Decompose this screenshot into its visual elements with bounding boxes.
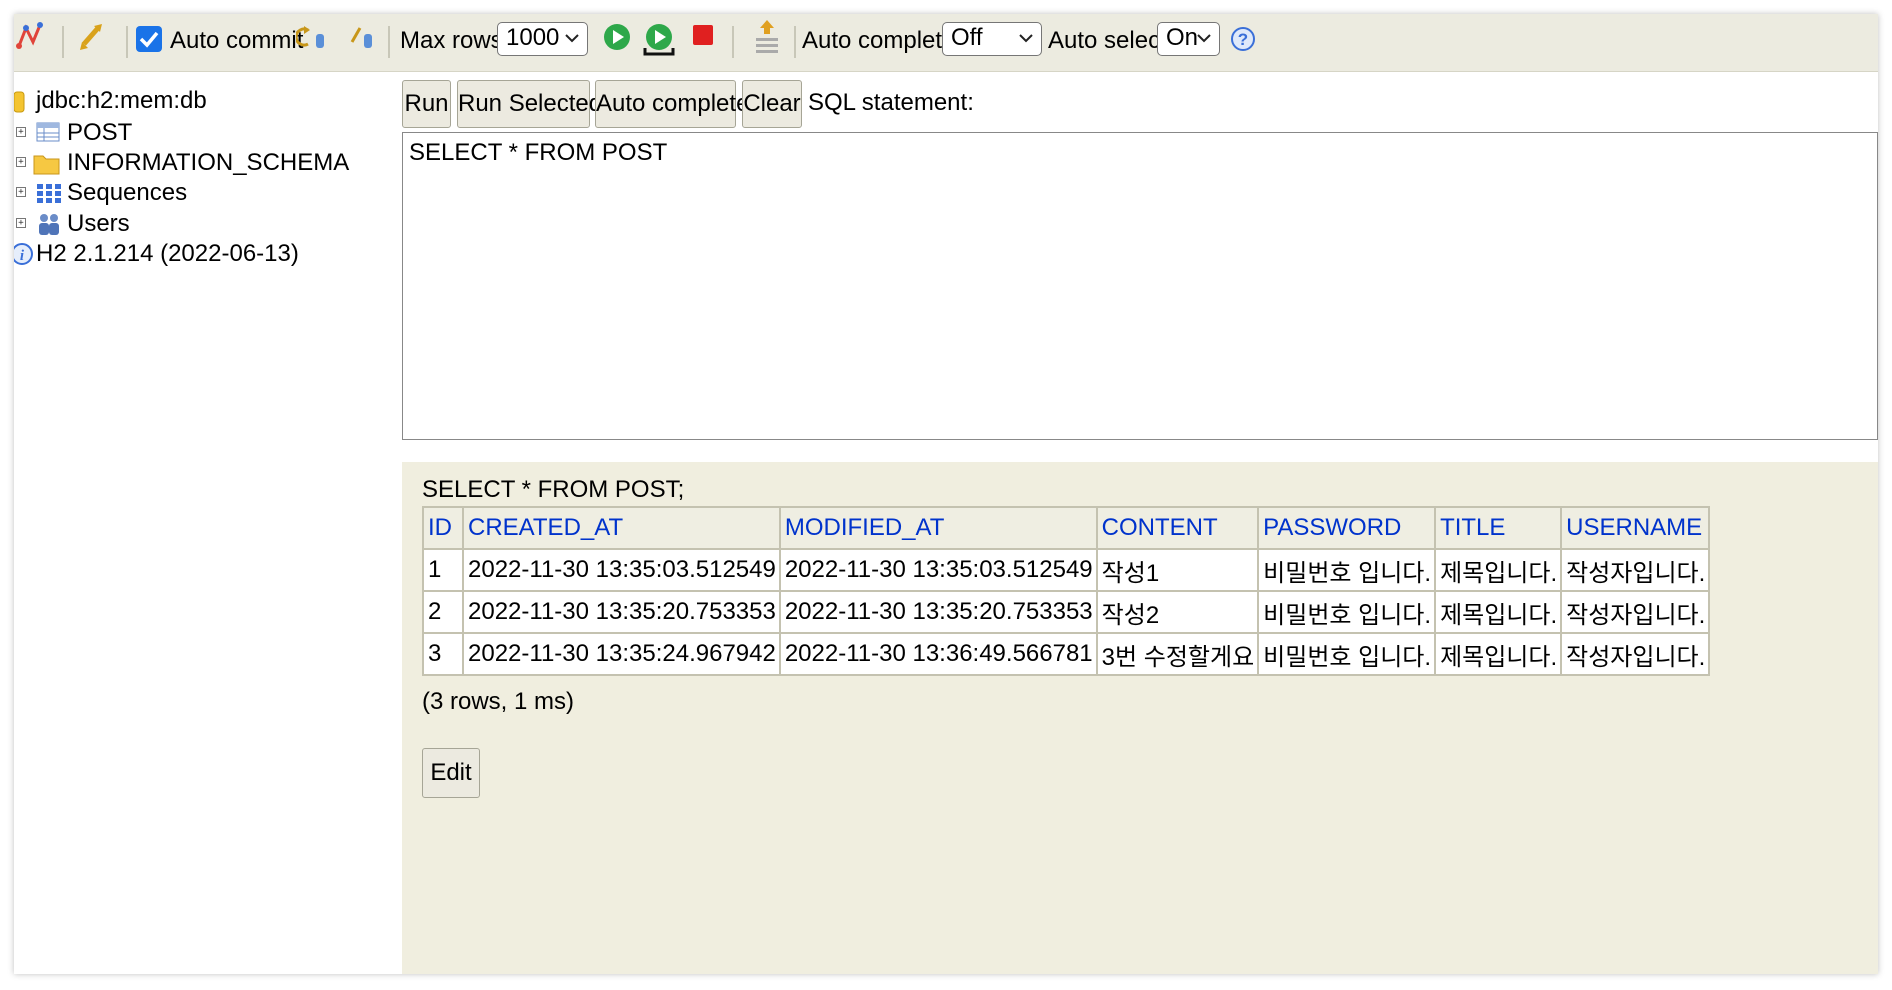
- sequences-icon: [37, 184, 61, 203]
- table-row: 3 2022-11-30 13:35:24.967942 2022-11-30 …: [422, 632, 1711, 676]
- result-count: (3 rows, 1 ms): [422, 688, 575, 715]
- table-row: 2 2022-11-30 13:35:20.753353 2022-11-30 …: [422, 590, 1711, 634]
- rollback-icon[interactable]: [296, 24, 330, 54]
- run-selected-button[interactable]: Run Selected: [457, 80, 602, 128]
- table-cell: 3번 수정할게요: [1095, 632, 1260, 676]
- history-icon[interactable]: [752, 18, 782, 58]
- toolbar-separator: [794, 26, 796, 58]
- tree-item-post[interactable]: + POST: [14, 116, 402, 150]
- schema-tree: jdbc:h2:mem:db + POST + INFORMATION_SCHE…: [14, 72, 402, 974]
- folder-icon: [33, 155, 60, 175]
- clear-button[interactable]: Clear: [742, 80, 802, 128]
- column-header[interactable]: PASSWORD: [1257, 506, 1437, 550]
- toolbar-separator: [732, 26, 734, 58]
- table-cell: 2022-11-30 13:35:03.512549: [462, 548, 781, 592]
- auto-complete-value: Off: [951, 24, 983, 51]
- version-label: H2 2.1.214 (2022-06-13): [36, 240, 299, 267]
- run-selected-icon[interactable]: [642, 22, 676, 58]
- expand-icon[interactable]: +: [16, 157, 26, 167]
- run-icon[interactable]: [602, 22, 632, 52]
- result-query: SELECT * FROM POST;: [422, 476, 685, 503]
- editor-panel: Run Run Selected Auto complete Clear SQL…: [402, 72, 1878, 974]
- column-header[interactable]: USERNAME: [1560, 506, 1711, 550]
- max-rows-value: 1000: [506, 24, 560, 51]
- database-icon: [14, 91, 25, 113]
- tree-connection[interactable]: jdbc:h2:mem:db: [14, 84, 402, 118]
- tree-item-label: POST: [67, 119, 133, 146]
- table-cell: 작성자입니다.: [1560, 590, 1711, 634]
- tree-version: i H2 2.1.214 (2022-06-13): [14, 237, 402, 271]
- chevron-down-icon: [565, 34, 579, 43]
- table-cell: 2022-11-30 13:35:20.753353: [462, 590, 781, 634]
- users-icon: [39, 214, 59, 235]
- table-cell: 작성자입니다.: [1560, 548, 1711, 592]
- column-header[interactable]: MODIFIED_AT: [778, 506, 1098, 550]
- table-cell: 작성2: [1095, 590, 1260, 634]
- tree-item-information-schema[interactable]: + INFORMATION_SCHEMA: [14, 146, 402, 180]
- commit-icon[interactable]: [346, 24, 380, 54]
- chevron-down-icon: [1019, 34, 1033, 43]
- toolbar-separator: [62, 26, 64, 58]
- table-cell: 비밀번호 입니다.: [1257, 548, 1437, 592]
- disconnect-icon[interactable]: [16, 20, 50, 54]
- max-rows-label: Max rows:: [400, 27, 510, 54]
- auto-select-value: On: [1166, 24, 1199, 51]
- table-cell: 제목입니다.: [1434, 632, 1563, 676]
- tree-item-sequences[interactable]: + Sequences: [14, 176, 402, 210]
- result-panel: SELECT * FROM POST; ID CREATED_AT MODIFI…: [402, 462, 1878, 974]
- edit-button[interactable]: Edit: [422, 748, 480, 798]
- table-cell: 비밀번호 입니다.: [1257, 632, 1437, 676]
- table-cell: 2022-11-30 13:35:03.512549: [778, 548, 1098, 592]
- toolbar-separator: [388, 26, 390, 58]
- table-cell: 2022-11-30 13:35:24.967942: [462, 632, 781, 676]
- auto-complete-button[interactable]: Auto complete: [595, 80, 749, 128]
- auto-select-label: Auto select: [1048, 27, 1167, 54]
- max-rows-select[interactable]: 1000: [497, 22, 588, 56]
- run-button[interactable]: Run: [402, 80, 451, 128]
- toolbar-separator: [126, 26, 128, 58]
- table-cell: 제목입니다.: [1434, 548, 1563, 592]
- column-header[interactable]: TITLE: [1434, 506, 1563, 550]
- table-cell: 비밀번호 입니다.: [1257, 590, 1437, 634]
- table-cell: 1: [422, 548, 464, 592]
- sql-input[interactable]: SELECT * FROM POST: [402, 132, 1878, 440]
- table-icon: [36, 122, 60, 142]
- auto-complete-select[interactable]: Off: [942, 22, 1042, 56]
- info-icon: i: [14, 243, 33, 265]
- h2-console-window: Auto commit Max rows: 1000 Auto complete…: [14, 14, 1878, 974]
- refresh-icon[interactable]: [76, 20, 110, 56]
- tree-item-label: INFORMATION_SCHEMA: [67, 149, 350, 176]
- expand-icon[interactable]: +: [16, 218, 26, 228]
- auto-commit-checkbox[interactable]: [136, 26, 162, 52]
- table-row: 1 2022-11-30 13:35:03.512549 2022-11-30 …: [422, 548, 1711, 592]
- table-cell: 2022-11-30 13:36:49.566781: [778, 632, 1098, 676]
- auto-complete-label: Auto complete: [802, 27, 956, 54]
- auto-commit-label: Auto commit: [170, 27, 304, 54]
- help-icon[interactable]: ?: [1230, 26, 1256, 52]
- expand-icon[interactable]: +: [16, 187, 26, 197]
- table-cell: 3: [422, 632, 464, 676]
- column-header[interactable]: ID: [422, 506, 464, 550]
- expand-icon[interactable]: +: [16, 127, 26, 137]
- table-cell: 작성1: [1095, 548, 1260, 592]
- sql-statement-label: SQL statement:: [808, 89, 974, 116]
- auto-select-select[interactable]: On: [1157, 22, 1220, 56]
- tree-item-label: Sequences: [67, 179, 188, 206]
- connection-label: jdbc:h2:mem:db: [36, 87, 207, 114]
- tree-item-users[interactable]: + Users: [14, 207, 402, 241]
- stop-icon[interactable]: [690, 22, 716, 48]
- column-header[interactable]: CONTENT: [1095, 506, 1260, 550]
- tree-item-label: Users: [67, 210, 130, 237]
- table-cell: 작성자입니다.: [1560, 632, 1711, 676]
- svg-text:?: ?: [1238, 30, 1248, 49]
- table-cell: 2022-11-30 13:35:20.753353: [778, 590, 1098, 634]
- result-table: ID CREATED_AT MODIFIED_AT CONTENT PASSWO…: [422, 506, 1711, 676]
- column-header[interactable]: CREATED_AT: [462, 506, 781, 550]
- chevron-down-icon: [1197, 34, 1211, 43]
- table-cell: 제목입니다.: [1434, 590, 1563, 634]
- table-cell: 2: [422, 590, 464, 634]
- toolbar: Auto commit Max rows: 1000 Auto complete…: [14, 14, 1878, 72]
- table-header-row: ID CREATED_AT MODIFIED_AT CONTENT PASSWO…: [422, 506, 1711, 550]
